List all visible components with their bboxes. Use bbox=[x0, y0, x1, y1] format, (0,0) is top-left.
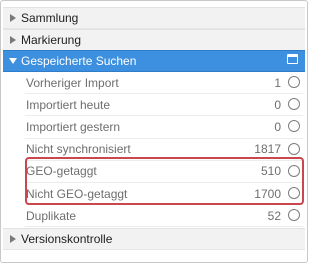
section-markierung[interactable]: Markierung bbox=[3, 29, 305, 51]
section-label: Sammlung bbox=[21, 11, 79, 25]
radio-icon[interactable] bbox=[288, 209, 300, 222]
triangle-down-icon[interactable] bbox=[9, 58, 17, 64]
section-gespeicherte-suchen[interactable]: Gespeicherte Suchen bbox=[3, 50, 305, 72]
saved-search-list: Vorheriger Import 1 Importiert heute 0 I… bbox=[25, 72, 303, 228]
radio-icon[interactable] bbox=[288, 164, 300, 177]
item-label: GEO-getaggt bbox=[26, 164, 97, 179]
item-count: 52 bbox=[267, 208, 281, 223]
radio-icon[interactable] bbox=[288, 98, 300, 111]
item-label: Duplikate bbox=[26, 208, 77, 223]
item-label: Importiert heute bbox=[26, 97, 111, 112]
saved-search-item[interactable]: Duplikate 52 bbox=[25, 205, 303, 228]
radio-icon[interactable] bbox=[288, 142, 300, 155]
item-count: 510 bbox=[260, 164, 281, 179]
saved-search-item[interactable]: Nicht GEO-getaggt 1700 bbox=[25, 183, 303, 206]
saved-search-item[interactable]: Nicht synchronisiert 1817 bbox=[25, 139, 303, 161]
section-versionskontrolle[interactable]: Versionskontrolle bbox=[3, 228, 305, 250]
radio-icon[interactable] bbox=[288, 186, 300, 199]
item-count: 1817 bbox=[254, 142, 281, 157]
triangle-right-icon[interactable] bbox=[10, 36, 16, 44]
radio-icon[interactable] bbox=[288, 120, 300, 133]
section-label: Markierung bbox=[21, 33, 82, 47]
saved-search-item[interactable]: Vorheriger Import 1 bbox=[25, 72, 303, 95]
saved-search-item[interactable]: GEO-getaggt 510 bbox=[25, 161, 303, 183]
triangle-right-icon[interactable] bbox=[10, 235, 16, 243]
collection-panel: Sammlung Markierung Gespeicherte Suchen … bbox=[0, 0, 308, 263]
item-label: Nicht GEO-getaggt bbox=[26, 186, 128, 201]
item-label: Importiert gestern bbox=[26, 119, 121, 134]
item-count: 1 bbox=[274, 75, 281, 90]
item-label: Vorheriger Import bbox=[26, 75, 119, 90]
triangle-right-icon[interactable] bbox=[10, 14, 16, 22]
section-label: Versionskontrolle bbox=[21, 232, 113, 246]
item-label: Nicht synchronisiert bbox=[26, 142, 131, 157]
saved-search-item[interactable]: Importiert heute 0 bbox=[25, 94, 303, 117]
section-label: Gespeicherte Suchen bbox=[21, 54, 137, 68]
item-count: 0 bbox=[274, 119, 281, 134]
section-sammlung[interactable]: Sammlung bbox=[3, 7, 305, 29]
item-count: 0 bbox=[274, 97, 281, 112]
item-count: 1700 bbox=[254, 186, 281, 201]
saved-search-item[interactable]: Importiert gestern 0 bbox=[25, 116, 303, 139]
radio-icon[interactable] bbox=[288, 76, 300, 88]
window-icon[interactable] bbox=[287, 54, 298, 64]
